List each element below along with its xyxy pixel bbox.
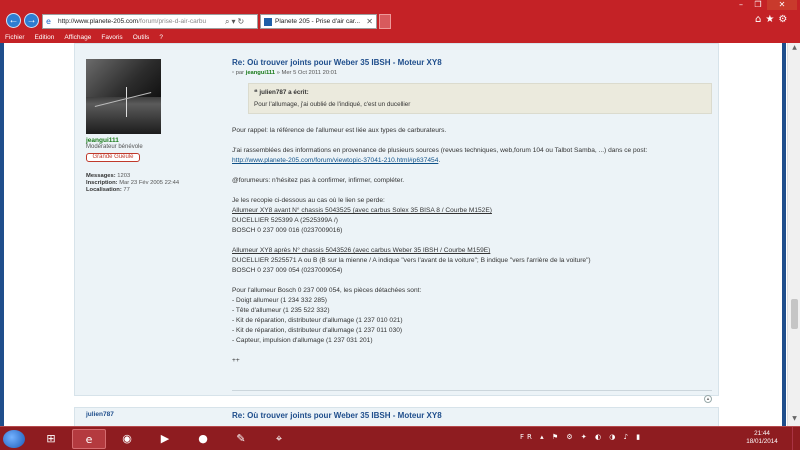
author-profile-info: Messages: 1203 Inscription: Mar 23 Fév 2… xyxy=(86,173,180,193)
messages-count: 1203 xyxy=(117,173,131,179)
ie-icon: e xyxy=(46,17,51,26)
favicon-icon xyxy=(264,17,272,26)
post-icon: ▫ xyxy=(232,70,235,76)
firefox-icon[interactable]: ◉ xyxy=(110,429,144,449)
quote-block: ❝ julien787 a écrit: Pour l'allumage, j'a… xyxy=(248,83,712,114)
browser-chrome: ← → e http://www.planete-205.com/forum/p… xyxy=(0,0,800,43)
minimize-button[interactable]: – xyxy=(733,0,749,10)
paint-icon[interactable]: ✎ xyxy=(224,429,258,449)
list-item: - Doigt allumeur (1 234 332 285) xyxy=(232,297,327,304)
explorer-icon[interactable]: ⊞ xyxy=(34,429,68,449)
post-author-role: Modérateur bénévole xyxy=(86,144,143,150)
page-right-border xyxy=(782,43,786,426)
home-favorites-tools-icons[interactable]: ⌂★⚙ xyxy=(755,14,791,25)
steering-icon[interactable]: ⌖ xyxy=(262,429,296,449)
quote-text: Pour l'allumage, j'ai oublié de l'indiqu… xyxy=(254,101,411,108)
clock-time: 21:44 xyxy=(754,430,770,437)
body-paragraph: Pour rappel: la référence de l'allumeur … xyxy=(232,127,447,134)
forward-button[interactable]: → xyxy=(24,13,39,28)
new-tab-button[interactable] xyxy=(379,14,391,29)
scroll-thumb[interactable] xyxy=(791,299,798,329)
allumeur-avant-title: Allumeur XY8 avant N° chassis 5043525 (a… xyxy=(232,207,492,214)
browser-tab[interactable]: Planete 205 - Prise d'air car... ✕ xyxy=(260,14,377,29)
menu-bar: Fichier Edition Affichage Favoris Outils… xyxy=(0,33,800,43)
body-paragraph: Allumeur XY8 après N° chassis 5043526 (a… xyxy=(232,247,591,274)
list-item: - Kit de réparation, distributeur d'allu… xyxy=(232,317,403,324)
show-desktop-button[interactable] xyxy=(792,427,800,450)
localisation: 77 xyxy=(123,187,130,193)
allumeur-apres-title: Allumeur XY8 après N° chassis 5043526 (a… xyxy=(232,247,491,254)
post-date: » Mer 5 Oct 2011 20:01 xyxy=(276,70,338,76)
signoff: ++ xyxy=(232,357,240,364)
post-title[interactable]: Re: Où trouver joints pour Weber 35 IBSH… xyxy=(232,411,442,420)
close-window-button[interactable]: ✕ xyxy=(767,0,797,10)
back-to-top-icon[interactable]: ▴ xyxy=(704,395,712,403)
divider xyxy=(232,390,712,391)
menu-fichier[interactable]: Fichier xyxy=(5,33,25,43)
menu-affichage[interactable]: Affichage xyxy=(64,33,91,43)
maximize-button[interactable]: ❐ xyxy=(750,0,766,10)
menu-favoris[interactable]: Favoris xyxy=(101,33,122,43)
body-paragraph: @forumeurs: n'hésitez pas à confirmer, i… xyxy=(232,177,405,184)
post-author-username[interactable]: julien787 xyxy=(86,411,114,418)
scroll-down-icon[interactable]: ▼ xyxy=(790,415,799,424)
app-icon[interactable]: ● xyxy=(186,429,220,449)
vertical-scrollbar[interactable]: ▲ ▼ xyxy=(787,43,800,426)
web-page: jeangui111 Modérateur bénévole Grande Gu… xyxy=(0,43,800,426)
taskbar: ⊞ e ◉ ▶ ● ✎ ⌖ FR ▴ ⚑ ⚙ ✦ ◐ ◑ ♪ ▮ 21:44 1… xyxy=(0,426,800,450)
list-item: - Kit de réparation, distributeur d'allu… xyxy=(232,327,403,334)
menu-edition[interactable]: Edition xyxy=(35,33,55,43)
back-button[interactable]: ← xyxy=(6,13,21,28)
list-item: - Capteur, impulsion d'allumage (1 237 0… xyxy=(232,337,373,344)
inscription-date: Mar 23 Fév 2005 22:44 xyxy=(119,180,180,186)
internet-explorer-icon[interactable]: e xyxy=(72,429,106,449)
avatar xyxy=(86,59,161,134)
page-left-border xyxy=(0,43,4,426)
start-button[interactable] xyxy=(3,430,25,448)
menu-help[interactable]: ? xyxy=(159,33,163,43)
post-body: Pour rappel: la référence de l'allumeur … xyxy=(232,126,702,376)
body-paragraph: Je les recopie ci-dessous au cas où le l… xyxy=(232,197,492,234)
post-title[interactable]: Re: Où trouver joints pour Weber 35 IBSH… xyxy=(232,58,442,67)
post-author-username[interactable]: jeangui111 xyxy=(86,137,119,144)
byline-username[interactable]: jeangui111 xyxy=(246,70,275,76)
close-tab-icon[interactable]: ✕ xyxy=(366,17,373,26)
rank-badge: Grande Gueule xyxy=(86,153,140,162)
clock-date: 18/01/2014 xyxy=(746,438,778,445)
search-icon[interactable]: ⌕ xyxy=(225,17,229,27)
refresh-icon[interactable]: ↻ xyxy=(238,17,245,26)
address-bar[interactable]: e http://www.planete-205.com/forum/prise… xyxy=(42,14,258,29)
scroll-up-icon[interactable]: ▲ xyxy=(790,44,799,53)
media-player-icon[interactable]: ▶ xyxy=(148,429,182,449)
address-url[interactable]: http://www.planete-205.com/forum/prise-d… xyxy=(58,18,223,25)
quote-icon: ❝ xyxy=(254,89,258,96)
forum-post: julien787 Re: Où trouver joints pour Web… xyxy=(74,407,719,426)
quote-author: julien787 a écrit: xyxy=(259,89,309,96)
post-byline: ▫ par jeangui111 » Mer 5 Oct 2011 20:01 xyxy=(232,70,338,76)
clock[interactable]: 21:44 18/01/2014 xyxy=(738,430,786,446)
body-paragraph: Pour l'allumeur Bosch 0 237 009 054, les… xyxy=(232,287,422,344)
body-paragraph: J'ai rassemblées des informations en pro… xyxy=(232,147,648,164)
dropdown-icon[interactable]: ▾ xyxy=(231,17,235,26)
post-link[interactable]: http://www.planete-205.com/forum/viewtop… xyxy=(232,157,438,164)
menu-outils[interactable]: Outils xyxy=(133,33,150,43)
system-tray[interactable]: FR ▴ ⚑ ⚙ ✦ ◐ ◑ ♪ ▮ xyxy=(520,433,730,445)
tab-title: Planete 205 - Prise d'air car... xyxy=(275,18,361,25)
forum-post: jeangui111 Modérateur bénévole Grande Gu… xyxy=(74,43,719,403)
list-item: - Tête d'allumeur (1 235 522 332) xyxy=(232,307,330,314)
